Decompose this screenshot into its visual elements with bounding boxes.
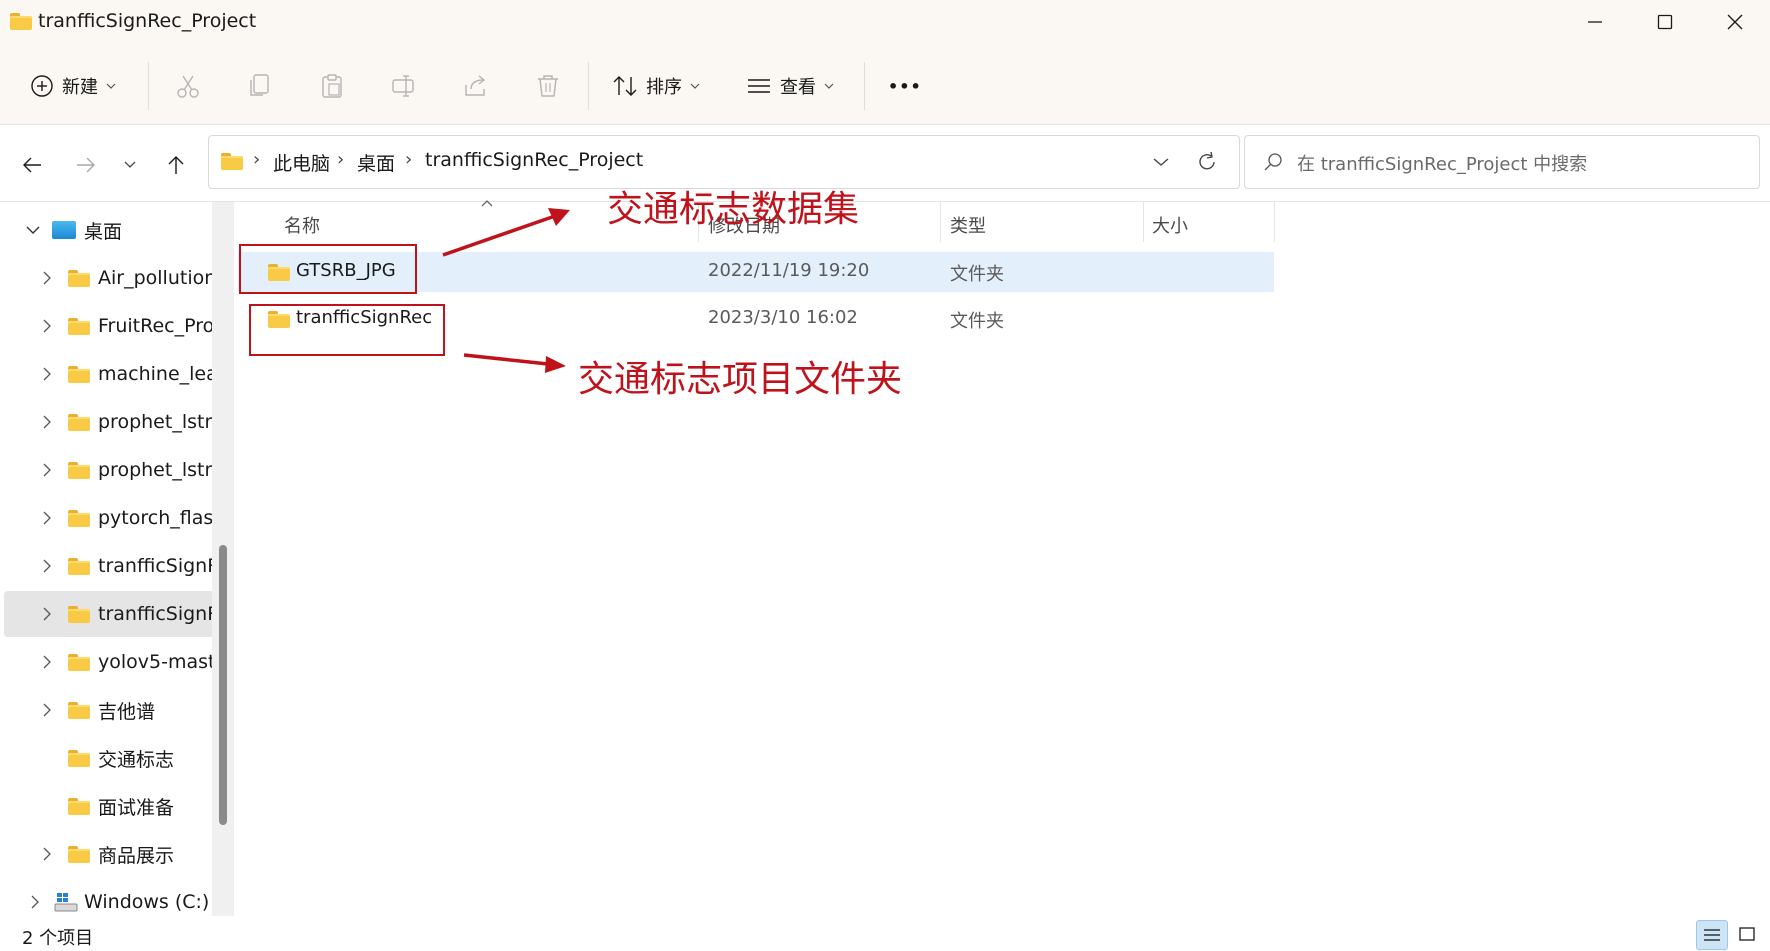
- annotation-arrows: [442, 208, 570, 373]
- annotation-text-project: 交通标志项目文件夹: [578, 359, 903, 400]
- item-count: 2 个项目: [22, 928, 94, 949]
- tiles-view-button[interactable]: [1732, 920, 1762, 948]
- details-view-icon: [1704, 929, 1720, 941]
- status-bar: 2 个项目: [0, 916, 1770, 951]
- details-view-button[interactable]: [1696, 920, 1728, 950]
- arrow-head-icon: [545, 356, 566, 373]
- annotation-arrow-dataset: [442, 214, 556, 257]
- annotation-arrow-project: [463, 353, 549, 366]
- tiles-view-icon: [1739, 927, 1755, 941]
- annotation-text-dataset: 交通标志数据集: [607, 189, 860, 230]
